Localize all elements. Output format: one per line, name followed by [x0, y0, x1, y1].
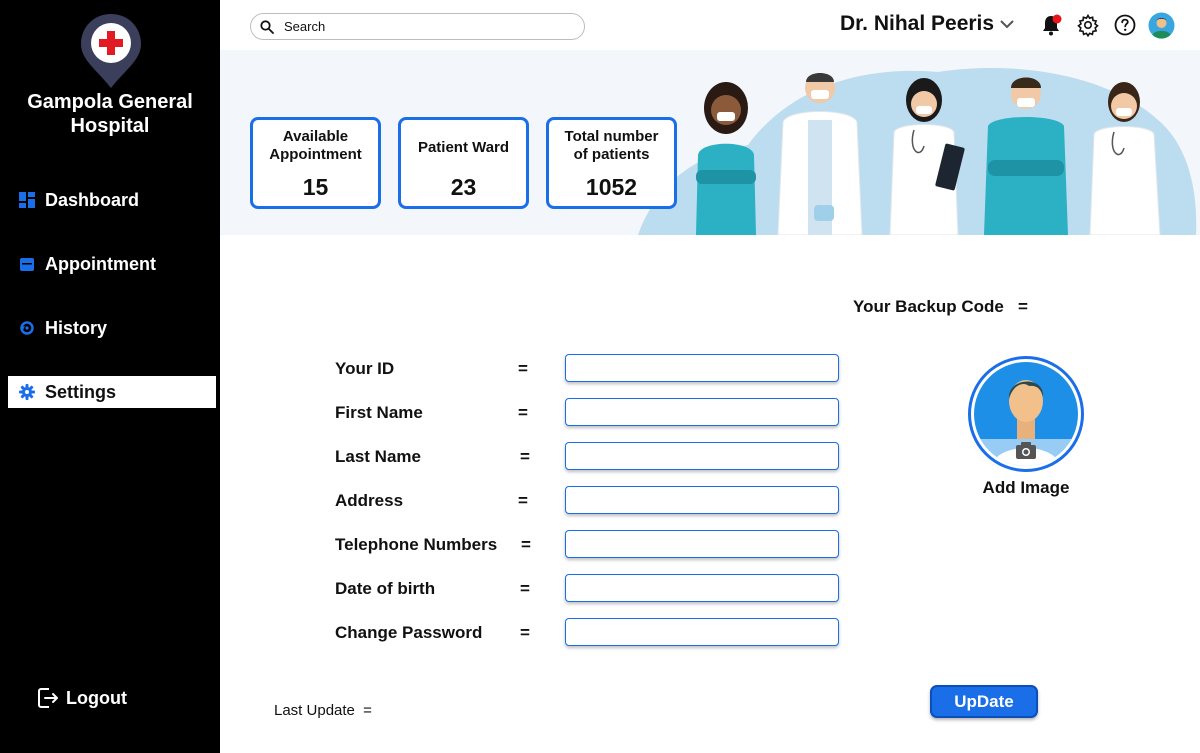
search-bar[interactable] — [250, 13, 585, 40]
sidebar-item-label: Settings — [45, 381, 117, 402]
your-id-input[interactable] — [565, 354, 839, 382]
telephone-numbers-label: Telephone Numbers — [335, 535, 498, 554]
user-avatar-icon[interactable] — [1148, 12, 1175, 39]
date-of-birth-label: Date of birth — [335, 579, 436, 598]
your-id-label: Your ID — [335, 359, 395, 378]
change-password-input[interactable] — [565, 618, 839, 646]
stat-label-line1: Patient Ward — [417, 139, 510, 156]
equals-sign: = — [518, 359, 528, 378]
sidebar-item-settings[interactable]: Settings — [8, 376, 216, 408]
notification-bell-icon[interactable] — [1039, 13, 1063, 37]
add-image-label: Add Image — [982, 478, 1070, 497]
last-name-input[interactable] — [565, 442, 839, 470]
change-password-label: Change Password — [335, 623, 483, 642]
equals-sign: = — [520, 447, 530, 466]
address-input[interactable] — [565, 486, 839, 514]
user-menu[interactable]: Dr. Nihal Peeris — [840, 12, 1016, 36]
last-update-equals: = — [363, 702, 372, 719]
stat-label-line1: Available — [282, 128, 349, 145]
hospital-name-line1: Gampola General — [27, 91, 193, 113]
sidebar-item-label: History — [45, 317, 108, 338]
backup-code-label: Your Backup Code — [853, 297, 1004, 316]
sidebar-item-dashboard[interactable]: Dashboard — [8, 184, 216, 216]
last-update: Last Update = — [274, 702, 372, 719]
stat-card-patient-ward: Patient Ward 23 — [398, 117, 529, 209]
user-name: Dr. Nihal Peeris — [840, 12, 995, 35]
sidebar: Gampola General Hospital Dashboard Appoi… — [0, 0, 220, 753]
stat-value: 23 — [450, 174, 477, 200]
stat-label-line2: Appointment — [269, 146, 362, 163]
logout-icon — [38, 688, 58, 708]
logout-label: Logout — [66, 687, 127, 708]
stat-value: 15 — [302, 174, 329, 200]
dashboard-banner: Available Appointment 15 Patient Ward 23… — [220, 50, 1200, 235]
logout-button[interactable]: Logout — [36, 686, 127, 710]
first-name-input[interactable] — [565, 398, 839, 426]
equals-sign: = — [520, 579, 530, 598]
hospital-name: Gampola General Hospital — [0, 90, 220, 138]
help-icon[interactable] — [1113, 13, 1137, 37]
history-icon — [18, 319, 36, 337]
equals-sign: = — [518, 491, 528, 510]
update-button[interactable]: UpDate — [930, 685, 1038, 718]
backup-code-equals: = — [1018, 297, 1028, 316]
dashboard-grid-icon — [18, 191, 36, 209]
stat-label-line2: of patients — [573, 146, 650, 163]
sidebar-item-appointment[interactable]: Appointment — [8, 248, 216, 280]
stat-card-total-patients: Total number of patients 1052 — [546, 117, 677, 209]
date-of-birth-input[interactable] — [565, 574, 839, 602]
stat-label-line1: Total number — [564, 128, 659, 145]
hospital-name-line2: Hospital — [70, 115, 150, 137]
equals-sign: = — [518, 403, 528, 422]
stat-card-available-appointment: Available Appointment 15 — [250, 117, 381, 209]
gear-icon — [18, 383, 36, 401]
equals-sign: = — [520, 623, 530, 642]
profile-avatar-icon — [974, 362, 1078, 466]
hospital-logo-icon — [81, 14, 141, 88]
search-input[interactable] — [284, 19, 564, 34]
medical-staff-illustration — [638, 68, 1197, 235]
settings-gear-icon[interactable] — [1076, 13, 1100, 37]
address-label: Address — [335, 491, 404, 510]
stat-value: 1052 — [585, 174, 638, 200]
sidebar-item-history[interactable]: History — [8, 312, 216, 344]
last-name-label: Last Name — [335, 447, 421, 466]
last-update-label: Last Update — [274, 702, 355, 719]
chevron-down-icon — [1000, 20, 1014, 29]
sidebar-item-label: Dashboard — [45, 189, 140, 210]
telephone-numbers-input[interactable] — [565, 530, 839, 558]
first-name-label: First Name — [335, 403, 423, 422]
equals-sign: = — [521, 535, 531, 554]
profile-image-upload[interactable] — [968, 356, 1084, 472]
sidebar-item-label: Appointment — [45, 253, 156, 274]
search-icon — [260, 19, 274, 34]
calendar-icon — [18, 255, 36, 273]
